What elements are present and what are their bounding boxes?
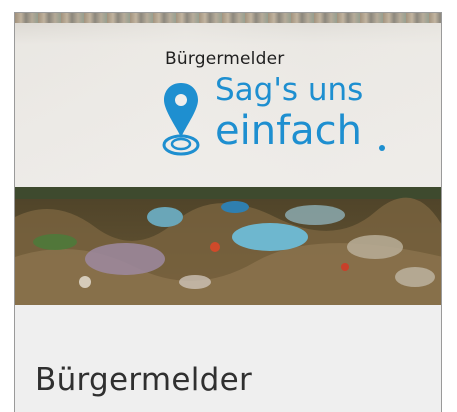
waste-photo-image [15, 187, 441, 305]
waste-photo [15, 187, 441, 305]
app-frame: Bürgermelder Sag's uns einfach Bürgermel… [14, 12, 442, 412]
logo-app-name: Bürgermelder [165, 49, 285, 69]
header-banner: Bürgermelder Sag's uns einfach [15, 13, 441, 187]
slogan-period [379, 145, 385, 151]
location-pin-icon [162, 83, 200, 156]
banner-texture [15, 13, 441, 23]
content-area: Bürgermelder [15, 305, 441, 412]
page-title: Bürgermelder [35, 361, 253, 398]
slogan-line-1: Sag's uns [215, 72, 364, 108]
slogan-line-2: einfach [215, 108, 363, 154]
